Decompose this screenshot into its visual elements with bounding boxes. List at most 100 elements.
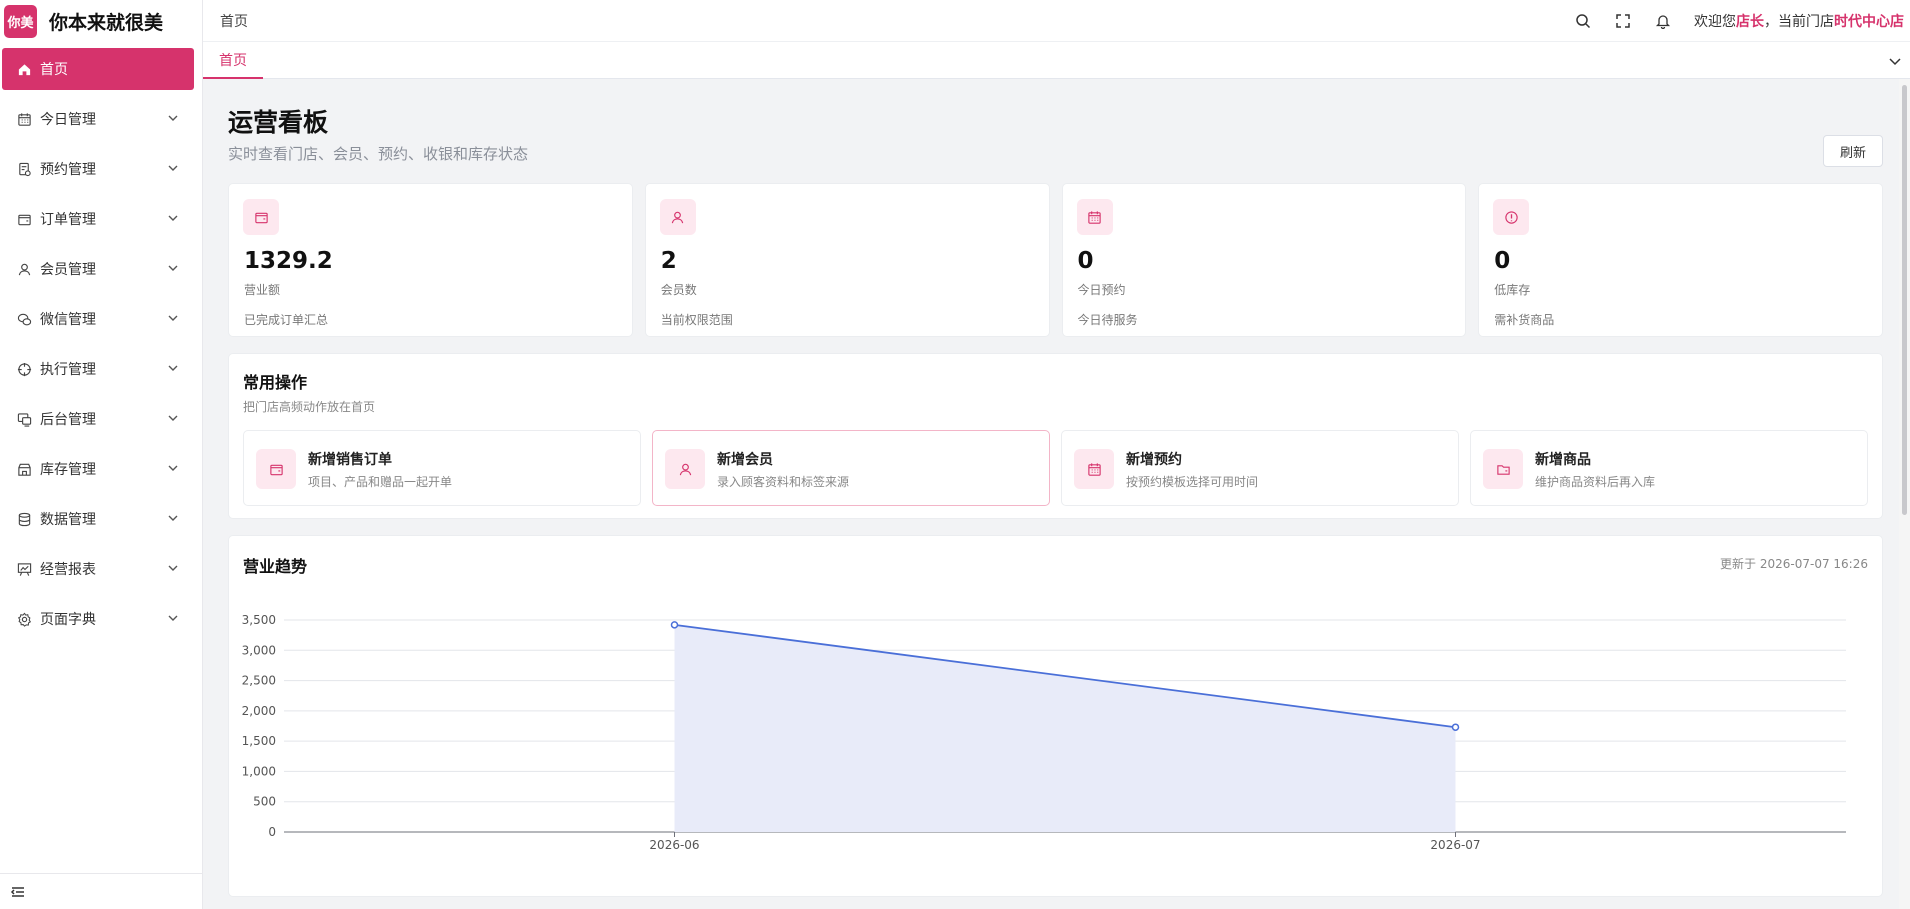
topbar-actions: 欢迎您店长，当前门店时代中心店 [1574,0,1904,42]
tab-home[interactable]: 首页 [203,42,263,79]
quick-actions-list: 新增销售订单 项目、产品和赠品一起开单 新增会员 录入顾客资料和标签来源 新增预约 按预约… [243,430,1868,506]
page-title: 运营看板 [228,108,329,137]
quick-action-item[interactable]: 新增商品 维护商品资料后再入库 [1470,430,1868,506]
store-icon [17,463,31,476]
stat-value: 0 [1494,248,1511,274]
folder-icon [1483,449,1523,489]
user-icon [659,199,696,235]
bell-icon[interactable] [1654,12,1672,30]
sidebar-item-1[interactable]: 今日管理 [2,98,194,140]
settings-icon [16,611,32,627]
fullscreen-icon[interactable] [1614,12,1632,30]
sidebar-item-8[interactable]: 库存管理 [2,448,194,490]
sidebar-item-10[interactable]: 经营报表 [2,548,194,590]
x-tick-label: 2026-07 [1430,838,1480,852]
sidebar-item-7[interactable]: 后台管理 [2,398,194,440]
sidebar-item-4[interactable]: 会员管理 [2,248,194,290]
stat-card: 1329.2 营业额 已完成订单汇总 [228,183,633,337]
collapse-sidebar-button[interactable] [0,873,202,909]
sidebar-item-label: 首页 [40,62,68,78]
welcome-text[interactable]: 欢迎您店长，当前门店时代中心店 [1694,11,1904,31]
refresh-button[interactable]: 刷新 [1823,135,1883,167]
chevron-down-icon [168,265,178,271]
collapse-icon [10,886,24,897]
stat-label: 营业额 [244,283,281,297]
y-tick-label: 3,500 [242,613,276,627]
user-icon [679,463,691,475]
chevron-down-icon[interactable] [1888,54,1902,68]
stat-desc: 已完成订单汇总 [244,313,329,327]
quick-action-item[interactable]: 新增预约按预约模板选择可用时间 [1061,430,1459,506]
stat-card: 0 低库存 需补货商品 [1478,183,1883,337]
stat-value: 2 [660,248,677,274]
quick-action-name: 新增预约 [1126,452,1182,468]
alert-icon [1493,199,1530,235]
calendar-icon [16,111,32,127]
sidebar-item-2[interactable]: 预约管理 [2,148,194,190]
report-icon [16,561,32,577]
quick-action-item[interactable]: 新增销售订单 项目、产品和赠品一起开单 [243,430,641,506]
database-icon [18,512,30,526]
sidebar: 你美 你本来就很美 首页今日管理预约管理订单管理会员管理微信管理执行管理后台管理… [0,0,203,909]
store-icon [16,461,32,477]
page-subtitle: 实时查看门店、会员、预约、收银和库存状态 [228,145,529,163]
y-tick-label: 1,000 [242,764,276,778]
wallet-icon [243,199,279,235]
database-icon [16,511,32,527]
calendar-icon [1074,449,1114,489]
brand-name: 你本来就很美 [49,11,164,34]
sidebar-item-3[interactable]: 订单管理 [2,198,194,240]
user-icon [672,211,684,223]
sidebar-item-label: 微信管理 [40,312,96,328]
sidebar-item-9[interactable]: 数据管理 [2,498,194,540]
quick-action-desc: 按预约模板选择可用时间 [1126,475,1259,489]
sidebar-item-label: 执行管理 [40,362,96,378]
quick-action-name: 新增会员 [717,452,773,468]
sidebar-item-5[interactable]: 微信管理 [2,298,194,340]
breadcrumb[interactable]: 首页 [220,11,248,31]
quick-action-name: 新增销售订单 [308,452,392,468]
booking-icon [16,161,32,177]
sidebar-item-label: 订单管理 [40,212,96,228]
monitor-icon [17,412,31,427]
revenue-trend-chart: 0 500 1,000 1,500 2,000 2,500 3,000 3,500 2026-0… [242,613,1846,852]
wechat-icon [16,311,32,327]
stat-label: 今日预约 [1077,283,1126,297]
y-tick-label: 3,000 [242,643,276,657]
calendar-icon [1087,462,1101,476]
stat-desc: 需补货商品 [1494,313,1555,327]
quick-action-desc: 录入顾客资料和标签来源 [717,475,850,489]
quick-actions-subtitle: 把门店高频动作放在首页 [243,400,376,414]
sidebar-item-0[interactable]: 首页 [2,48,194,90]
chevron-down-icon [168,415,178,421]
y-tick-label: 2,000 [242,704,276,718]
stat-value: 0 [1077,248,1094,274]
target-icon [16,361,32,377]
sidebar-item-11[interactable]: 页面字典 [2,598,194,640]
scrollbar-thumb[interactable] [1902,85,1907,515]
revenue-trend-panel: 营业趋势 更新于 2026-07-07 16:26 0 500 1,000 1,500… [228,535,1883,897]
wechat-icon [17,313,31,325]
quick-actions-title: 常用操作 [243,373,308,392]
sidebar-item-label: 会员管理 [40,262,96,278]
user-role: 店长 [1736,14,1764,30]
main-content: 运营看板 实时查看门店、会员、预约、收银和库存状态 刷新 1329.2 营业额 已完… [203,79,1899,909]
stat-desc: 当前权限范围 [660,313,733,327]
quick-action-item[interactable]: 新增会员录入顾客资料和标签来源 [652,430,1050,506]
search-icon[interactable] [1574,12,1592,30]
sidebar-item-6[interactable]: 执行管理 [2,348,194,390]
stat-card: 0 今日预约 今日待服务 [1061,183,1467,337]
main-scrollbar[interactable] [1899,79,1910,909]
booking-icon [18,162,31,176]
target-icon [17,362,31,376]
user-icon [18,263,30,275]
sidebar-item-label: 后台管理 [40,412,96,428]
x-tick-label: 2026-06 [649,838,699,852]
series-area [674,624,1456,832]
quick-action-name: 新增商品 [1535,452,1591,468]
sidebar-item-label: 库存管理 [40,462,96,478]
y-tick-label: 2,500 [242,674,276,688]
calendar-icon [17,112,31,126]
sidebar-item-label: 数据管理 [40,512,96,528]
brand: 你美 你本来就很美 [0,0,202,42]
